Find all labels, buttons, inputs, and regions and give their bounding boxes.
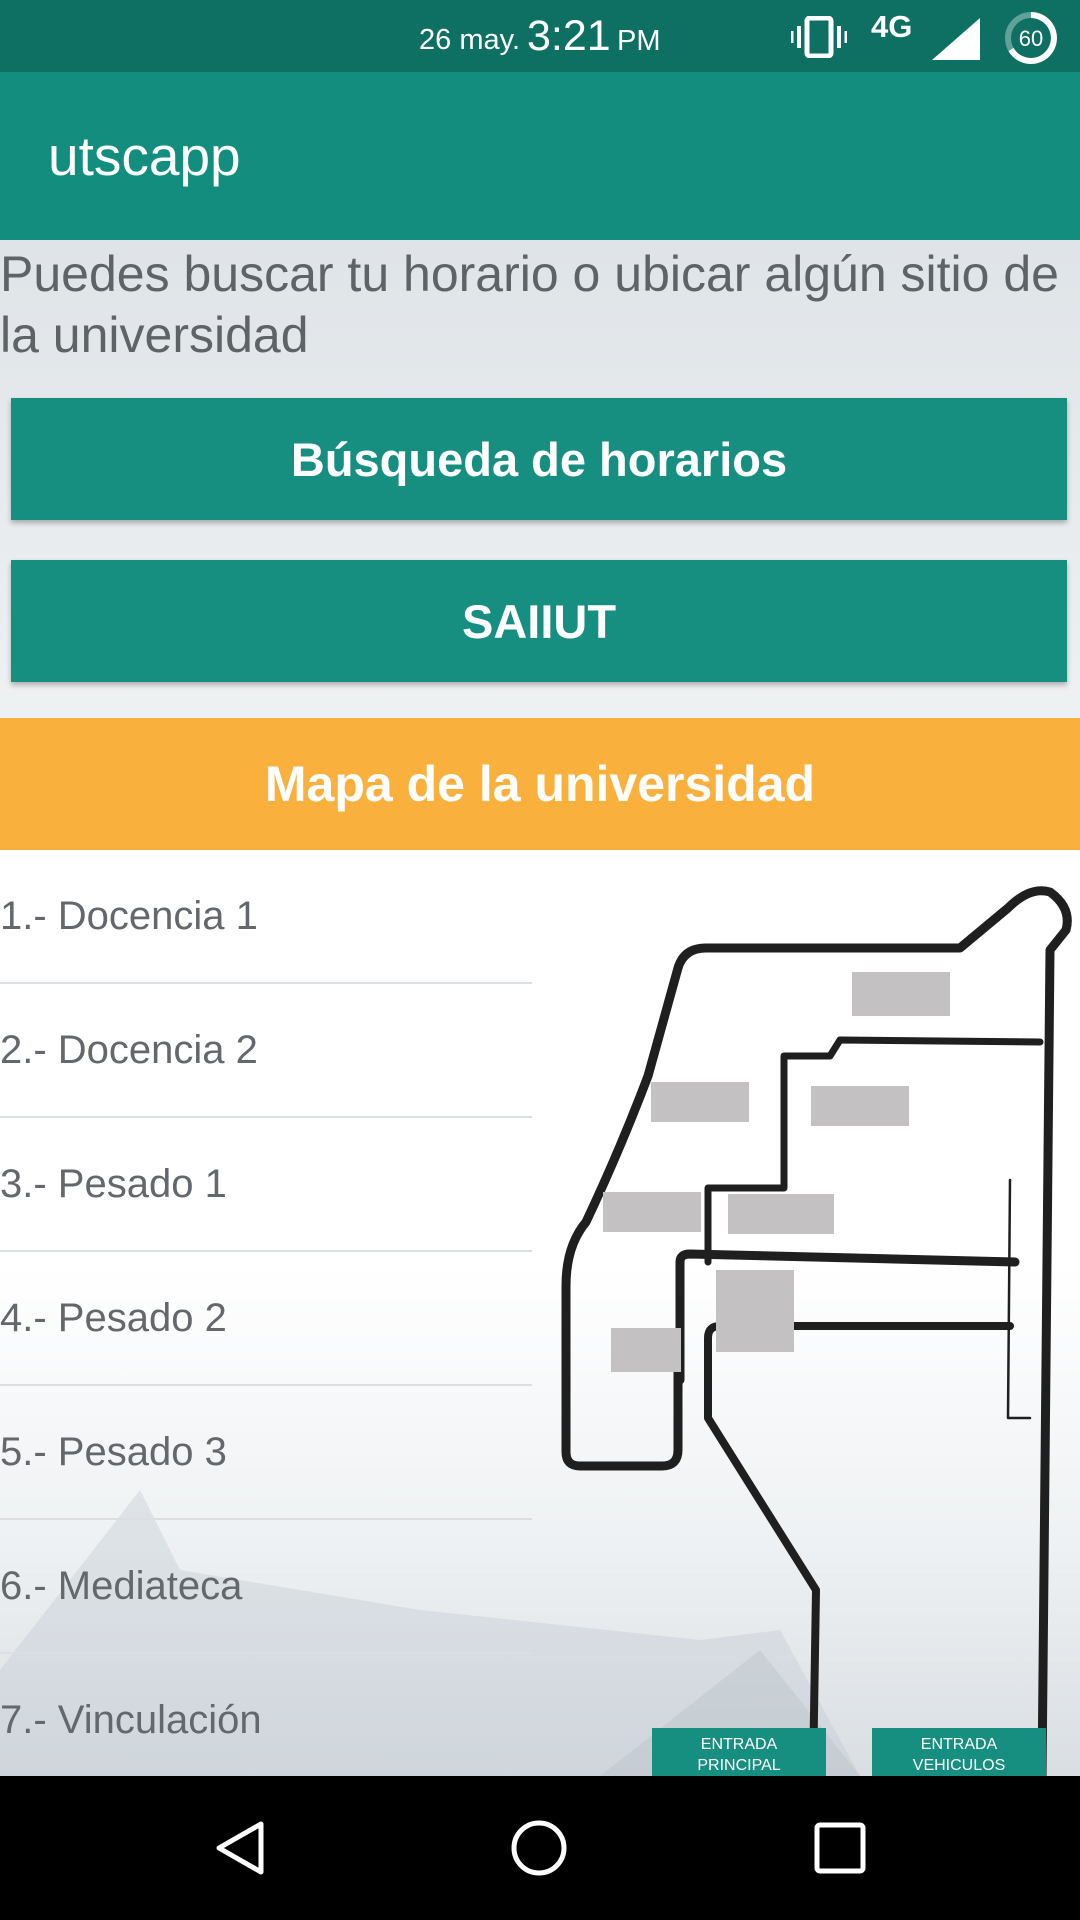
campus-map[interactable]: ENTRADA PRINCIPAL ENTRADA VEHICULOS <box>530 850 1080 1776</box>
saiiut-button[interactable]: SAIIUT <box>11 560 1067 682</box>
battery-icon: 60 <box>1005 12 1057 64</box>
inner-block-line <box>634 1048 1050 1268</box>
entrance-main: ENTRADA PRINCIPAL <box>652 1728 826 1776</box>
home-icon[interactable] <box>507 1816 571 1880</box>
entrance-vehicles-label-2: VEHICULOS <box>913 1757 1005 1774</box>
back-icon[interactable] <box>209 1816 273 1880</box>
intro-text: Puedes buscar tu horario o ubicar algún … <box>0 246 1059 363</box>
place-docencia-2[interactable]: 2.- Docencia 2 <box>0 984 532 1118</box>
building-block <box>728 1194 834 1234</box>
building-block <box>611 1328 681 1372</box>
right-lane <box>1006 1178 1032 1420</box>
building-block <box>716 1270 794 1352</box>
status-bar: 26 may. 3:21 PM 4G 60 <box>0 0 1080 72</box>
navigation-bar <box>0 1776 1080 1920</box>
network-type: 4G <box>871 9 913 44</box>
map-header: Mapa de la universidad <box>0 718 1080 850</box>
entrance-main-label-2: PRINCIPAL <box>697 1757 780 1774</box>
place-list: 1.- Docencia 1 2.- Docencia 2 3.- Pesado… <box>0 850 532 1776</box>
place-pesado-3[interactable]: 5.- Pesado 3 <box>0 1386 532 1520</box>
place-pesado-2[interactable]: 4.- Pesado 2 <box>0 1252 532 1386</box>
place-pesado-1[interactable]: 3.- Pesado 1 <box>0 1118 532 1252</box>
battery-level: 60 <box>1019 26 1043 51</box>
building-block <box>852 972 950 1016</box>
main-content: Puedes buscar tu horario o ubicar algún … <box>0 240 1080 1776</box>
schedule-search-button[interactable]: Búsqueda de horarios <box>11 398 1067 520</box>
building-block <box>603 1192 701 1232</box>
entrance-vehicles-label-1: ENTRADA <box>921 1736 998 1753</box>
main-perimeter-road <box>704 1322 1014 1776</box>
entrance-vehicles: ENTRADA VEHICULOS <box>872 1728 1046 1776</box>
map-panel: 1.- Docencia 1 2.- Docencia 2 3.- Pesado… <box>0 850 1080 1776</box>
signal-icon <box>932 18 980 60</box>
status-date: 26 may. <box>419 24 521 56</box>
place-mediateca[interactable]: 6.- Mediateca <box>0 1520 532 1654</box>
recent-apps-icon[interactable] <box>808 1816 872 1880</box>
app-bar: utscapp <box>0 72 1080 240</box>
building-block <box>811 1086 909 1126</box>
status-time: 3:21 <box>527 12 611 60</box>
entrance-main-label-1: ENTRADA <box>701 1736 778 1753</box>
campus-buildings <box>603 972 950 1372</box>
place-docencia-1[interactable]: 1.- Docencia 1 <box>0 850 532 984</box>
vibrate-icon <box>791 16 847 58</box>
building-block <box>651 1082 749 1122</box>
place-vinculacion[interactable]: 7.- Vinculación <box>0 1654 532 1776</box>
status-ampm: PM <box>617 25 661 57</box>
app-title: utscapp <box>48 125 241 187</box>
